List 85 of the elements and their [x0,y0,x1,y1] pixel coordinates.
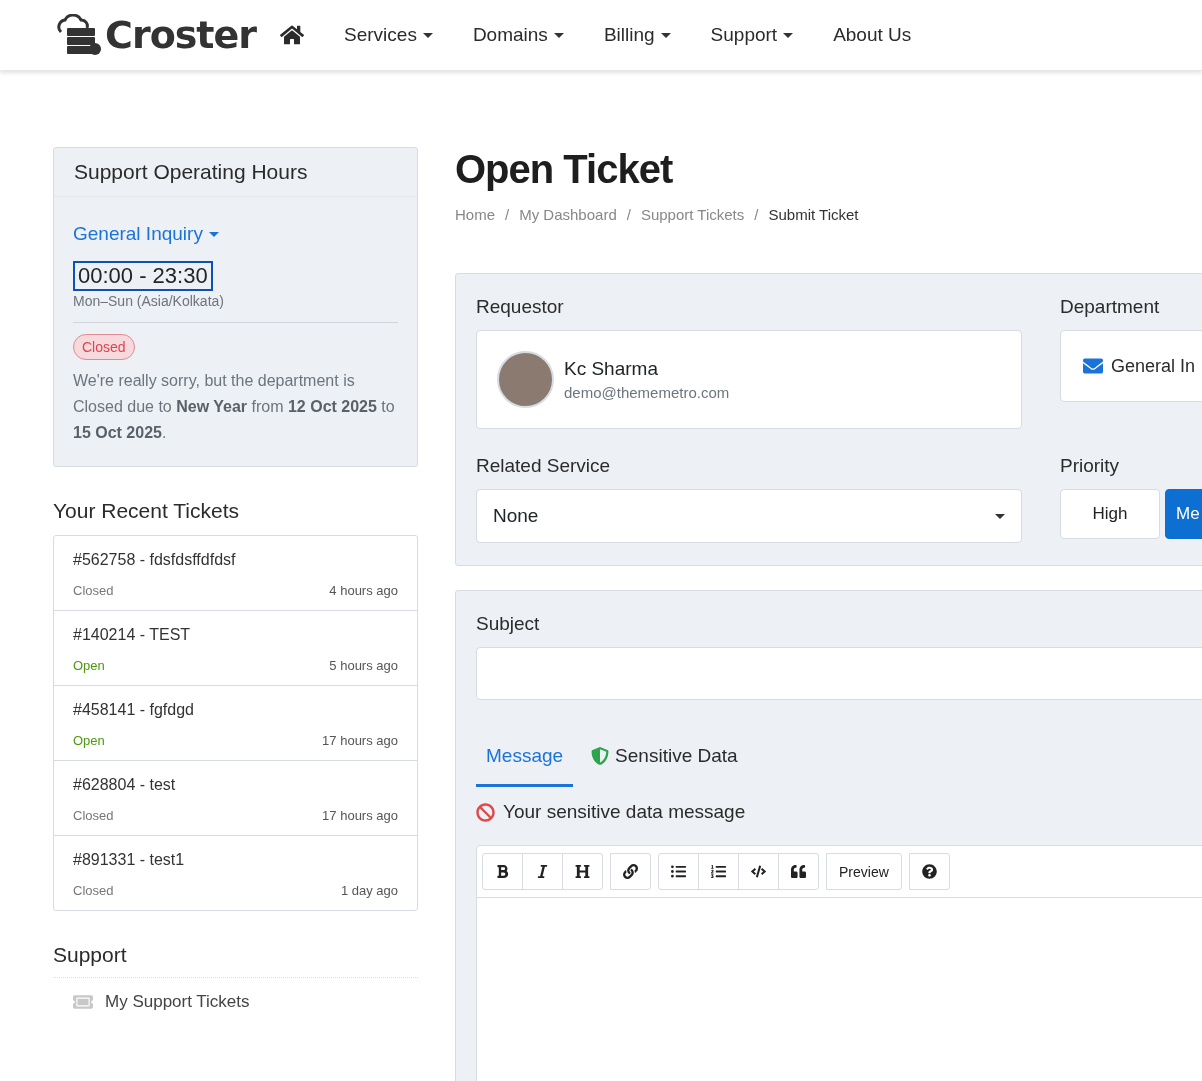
department-dropdown[interactable]: General Inquiry [73,223,219,245]
ticket-time: 5 hours ago [329,658,398,673]
breadcrumb-separator: / [754,206,759,223]
sidebar-link[interactable]: My Support Tickets [53,988,418,1016]
ticket-time: 17 hours ago [322,808,398,823]
breadcrumb-link[interactable]: Submit Ticket [768,206,859,223]
preview-button[interactable]: Preview [826,853,902,890]
link-icon [623,864,638,879]
nav-link[interactable]: Domains [472,24,564,46]
department-name: General In [1111,355,1196,377]
breadcrumb-link[interactable]: Support Tickets [640,206,745,223]
ticket-title: #891331 - test1 [73,851,186,869]
breadcrumb-link[interactable]: My Dashboard [519,206,617,223]
subject-input[interactable] [476,647,1202,700]
envelope-icon [1083,356,1103,376]
ticket-title: #628804 - test [73,776,177,794]
shield-icon [591,747,610,765]
ticket-status: Closed [73,583,114,598]
breadcrumb-separator: / [505,206,510,223]
ticket-status: Open [73,733,105,748]
italic-button[interactable] [522,853,563,890]
ticket-item[interactable]: #562758 - fdsfdsffdfdsf Closed 4 hours ago [54,536,417,611]
hours-text: 00:00 - 23:30 [73,261,213,291]
priority-button[interactable]: Me [1165,489,1202,539]
sensitive-note: Your sensitive data message [503,801,746,823]
ticket-time: 17 hours ago [322,733,398,748]
ticket-item[interactable]: #628804 - test Closed 17 hours ago [54,761,417,836]
page-title: Open Ticket [455,147,674,192]
heading-button[interactable] [562,853,603,890]
heading-icon [575,864,590,879]
field-label: Requestor [476,296,565,318]
section-title: Your Recent Tickets [53,499,240,523]
bullets-button[interactable] [658,853,699,890]
prohibited-icon [476,802,495,822]
field-label: Related Service [476,455,612,477]
ticket-time: 4 hours ago [329,583,398,598]
closure-notice: We're really sorry, but the department is Closed due to New Year from 12 Oct 2025 to 15 Oct 2025. [73,371,396,443]
ticket-title: #458141 - fgfdgd [73,701,195,719]
requestor-email: demo@thememetro.com [564,384,730,401]
brand-logo-text[interactable]: Croster [105,13,257,57]
ticket-item[interactable]: #891331 - test1 Closed 1 day ago [54,836,417,910]
breadcrumb-link[interactable]: Home [455,206,495,223]
nav-link[interactable]: Support [710,24,794,46]
link-button[interactable] [610,853,651,890]
ticket-time: 1 day ago [340,883,398,898]
italic-icon [535,864,550,879]
field-label: Department [1060,296,1161,318]
panel-title: Support Operating Hours [54,148,417,197]
ticket-icon [73,992,93,1012]
service-select[interactable]: None [476,489,1022,543]
bold-icon [495,864,510,879]
code-icon [751,864,766,879]
status-badge: Closed [73,334,135,360]
quote-button[interactable] [778,853,819,890]
nav-link[interactable]: About Us [833,24,912,46]
requestor-name: Kc Sharma [564,358,659,380]
field-label: Priority [1060,455,1121,477]
home-icon[interactable] [280,23,305,47]
ticket-item[interactable]: #458141 - fgfdgd Open 17 hours ago [54,686,417,761]
nav-link[interactable]: Billing [603,24,671,46]
priority-button[interactable]: High [1060,489,1160,539]
bold-button[interactable] [482,853,523,890]
field-label: Subject [476,613,541,635]
quote-icon [791,864,806,879]
ticket-status: Closed [73,808,114,823]
help-button[interactable] [908,853,950,890]
days-text: Mon–Sun (Asia/Kolkata) [73,293,398,323]
tab[interactable]: Sensitive Data [581,736,748,787]
avatar-placeholder [497,351,554,408]
ticket-status: Closed [73,883,114,898]
breadcrumb-separator: / [626,206,631,223]
numbers-button[interactable] [698,853,739,890]
ticket-item[interactable]: #140214 - TEST Open 5 hours ago [54,611,417,686]
ticket-title: #562758 - fdsfdsffdfdsf [73,551,237,569]
cloud-server-logo-icon [55,14,101,56]
section-title: Support [53,943,418,978]
numbers-icon [711,864,726,879]
ticket-status: Open [73,658,105,673]
ticket-title: #140214 - TEST [73,626,192,644]
code-button[interactable] [738,853,779,890]
message-editor[interactable]: Preview [476,845,1202,1081]
nav-link[interactable]: Services [344,24,433,46]
bullets-icon [671,864,686,879]
tab[interactable]: Message [476,736,574,787]
question-icon [921,864,937,879]
